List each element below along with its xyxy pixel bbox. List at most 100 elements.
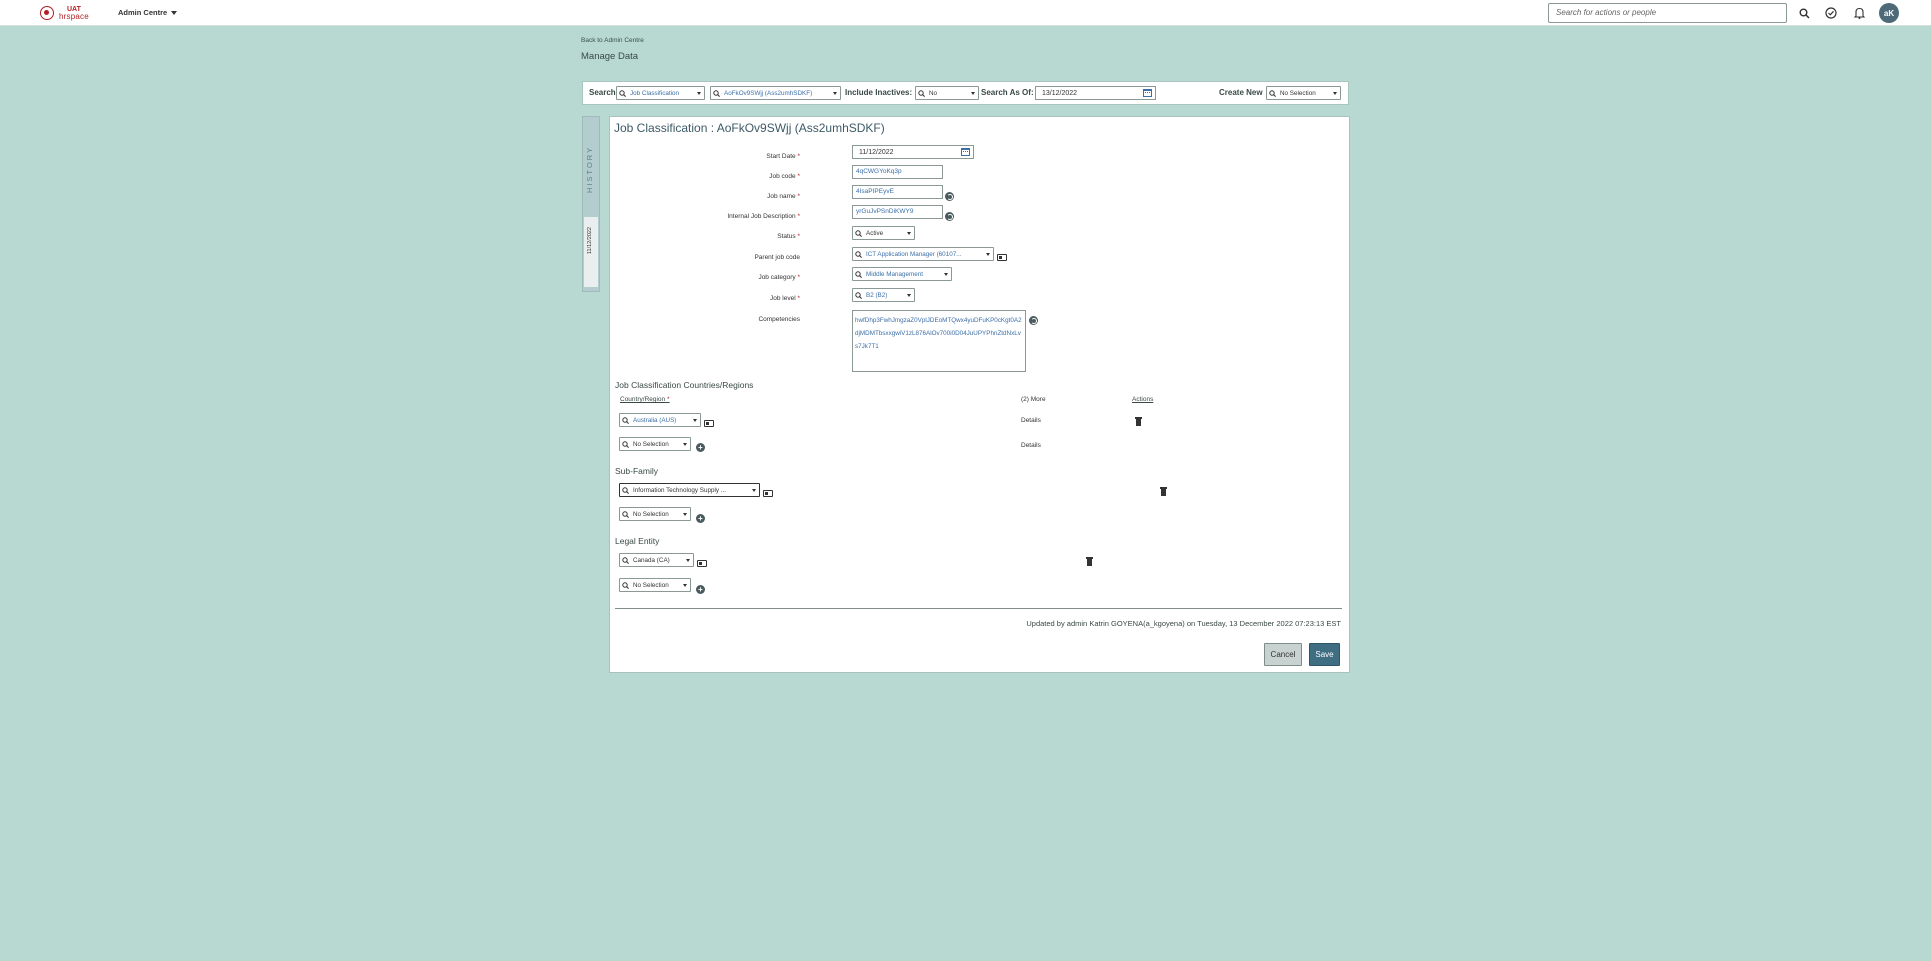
job-level-value: B2 (B2) <box>866 291 888 299</box>
view-details-card-icon[interactable] <box>697 560 707 567</box>
more-columns-link[interactable]: (2) More <box>1021 396 1046 403</box>
search-icon <box>853 291 864 299</box>
globe-translation-icon[interactable] <box>945 212 954 221</box>
country-new-details-link[interactable]: Details <box>1021 442 1041 449</box>
sub-family-select[interactable]: Information Technology Supply ... <box>619 483 760 497</box>
include-inactives-value: No <box>929 89 938 97</box>
approvals-icon[interactable] <box>1824 6 1838 20</box>
object-instance-value: AoFkOv9SWjj (Ass2umhSDKF) <box>724 89 813 97</box>
history-panel[interactable]: HISTORY 11/12/2022 <box>582 116 600 292</box>
sub-family-section-title: Sub-Family <box>615 466 658 476</box>
delete-trash-icon[interactable] <box>1160 487 1167 496</box>
country-region-new-select[interactable]: No Selection <box>619 437 691 451</box>
job-level-select[interactable]: B2 (B2) <box>852 288 915 302</box>
search-icon <box>620 440 631 448</box>
chevron-down-icon[interactable] <box>749 488 759 492</box>
history-entry[interactable]: 11/12/2022 <box>584 217 598 287</box>
chevron-down-icon[interactable] <box>690 418 700 422</box>
parent-job-code-select[interactable]: ICT Application Manager (60107... <box>852 247 994 261</box>
start-date-value: 11/12/2022 <box>859 148 894 156</box>
chevron-down-icon[interactable] <box>904 293 914 297</box>
object-instance-select[interactable]: AoFkOv9SWjj (Ass2umhSDKF) <box>710 86 841 100</box>
calendar-icon[interactable] <box>961 148 970 156</box>
sub-family-new-value: No Selection <box>633 510 669 518</box>
history-entry-date: 11/12/2022 <box>587 227 593 255</box>
start-date-field[interactable]: 11/12/2022 <box>852 145 974 159</box>
search-as-of-date-field[interactable]: 13/12/2022 <box>1035 86 1156 100</box>
globe-translation-icon[interactable] <box>945 192 954 201</box>
cancel-button[interactable]: Cancel <box>1264 643 1302 666</box>
job-level-label: Job level * <box>770 295 800 302</box>
chevron-down-icon[interactable] <box>1330 91 1340 95</box>
search-icon <box>620 416 631 424</box>
search-as-of-label: Search As Of: <box>981 88 1034 97</box>
search-label: Search <box>589 88 616 97</box>
chevron-down-icon[interactable] <box>683 558 693 562</box>
chevron-down-icon[interactable] <box>680 442 690 446</box>
object-type-select[interactable]: Job Classification <box>616 86 705 100</box>
sub-family-new-select[interactable]: No Selection <box>619 507 691 521</box>
admin-centre-menu[interactable]: Admin Centre <box>118 8 178 17</box>
user-avatar[interactable]: aK <box>1879 3 1899 23</box>
sub-family-value: Information Technology Supply ... <box>633 486 726 494</box>
add-row-plus-icon[interactable]: + <box>696 443 705 452</box>
chevron-down-icon[interactable] <box>968 91 978 95</box>
job-name-input[interactable]: 4IsaPIPEyvE <box>852 185 943 199</box>
country-region-new-value: No Selection <box>633 440 669 448</box>
internal-job-description-label: Internal Job Description * <box>727 213 800 220</box>
admin-centre-label: Admin Centre <box>118 8 168 17</box>
legal-entity-new-select[interactable]: No Selection <box>619 578 691 592</box>
country-region-select[interactable]: Australia (AUS) <box>619 413 701 427</box>
chevron-down-icon[interactable] <box>941 272 951 276</box>
globe-translation-icon[interactable] <box>1029 316 1038 325</box>
chevron-down-icon[interactable] <box>983 252 993 256</box>
legal-entity-select[interactable]: Canada (CA) <box>619 553 694 567</box>
search-icon[interactable] <box>1797 6 1811 20</box>
chevron-down-icon[interactable] <box>694 91 704 95</box>
job-category-label: Job category * <box>758 274 800 281</box>
internal-job-description-input[interactable]: yrGuJvPSnDiKWY9 <box>852 205 943 219</box>
parent-job-code-label: Parent job code <box>754 254 800 261</box>
search-icon <box>620 581 631 589</box>
job-category-select[interactable]: Middle Management <box>852 267 952 281</box>
search-icon <box>916 89 927 97</box>
calendar-icon[interactable] <box>1143 89 1152 97</box>
add-row-plus-icon[interactable]: + <box>696 514 705 523</box>
global-search-input[interactable]: Search for actions or people <box>1548 3 1787 23</box>
job-category-value: Middle Management <box>866 270 924 278</box>
view-details-card-icon[interactable] <box>997 254 1007 261</box>
chevron-down-icon[interactable] <box>680 512 690 516</box>
brand-emblem-icon <box>40 6 54 20</box>
delete-trash-icon[interactable] <box>1135 417 1142 426</box>
search-icon <box>853 270 864 278</box>
search-as-of-value: 13/12/2022 <box>1042 89 1078 97</box>
company-logo[interactable]: UAT hrspace <box>40 4 89 22</box>
include-inactives-label: Include Inactives: <box>845 88 913 97</box>
competencies-textarea[interactable]: hwfDhp3FwhJmgzaZ0VplJDEoMTQwx4yuDFuKP0cK… <box>852 310 1026 372</box>
view-details-card-icon[interactable] <box>704 420 714 427</box>
top-navigation-bar: UAT hrspace Admin Centre Search for acti… <box>0 0 1931 26</box>
chevron-down-icon <box>171 10 178 15</box>
chevron-down-icon[interactable] <box>904 231 914 235</box>
create-new-select[interactable]: No Selection <box>1266 86 1341 100</box>
job-classification-card: Job Classification : AoFkOv9SWjj (Ass2um… <box>609 116 1350 673</box>
logo-brand-label: hrspace <box>59 12 89 21</box>
last-updated-info: Updated by admin Katrin GOYENA(a_kgoyena… <box>1026 619 1341 628</box>
search-icon <box>620 510 631 518</box>
create-new-label: Create New <box>1219 88 1263 97</box>
legal-entity-value: Canada (CA) <box>633 556 670 564</box>
status-select[interactable]: Active <box>852 226 915 240</box>
search-icon <box>853 250 864 258</box>
job-code-input[interactable]: 4qCWGYoKq3p <box>852 165 943 179</box>
notifications-bell-icon[interactable] <box>1852 6 1866 20</box>
save-button[interactable]: Save <box>1309 643 1340 666</box>
add-row-plus-icon[interactable]: + <box>696 585 705 594</box>
include-inactives-select[interactable]: No <box>915 86 979 100</box>
footer-divider <box>615 608 1342 609</box>
chevron-down-icon[interactable] <box>680 583 690 587</box>
delete-trash-icon[interactable] <box>1086 557 1093 566</box>
chevron-down-icon[interactable] <box>830 91 840 95</box>
country-details-link[interactable]: Details <box>1021 417 1041 424</box>
back-to-admin-centre-link[interactable]: Back to Admin Centre <box>581 37 644 44</box>
view-details-card-icon[interactable] <box>763 490 773 497</box>
